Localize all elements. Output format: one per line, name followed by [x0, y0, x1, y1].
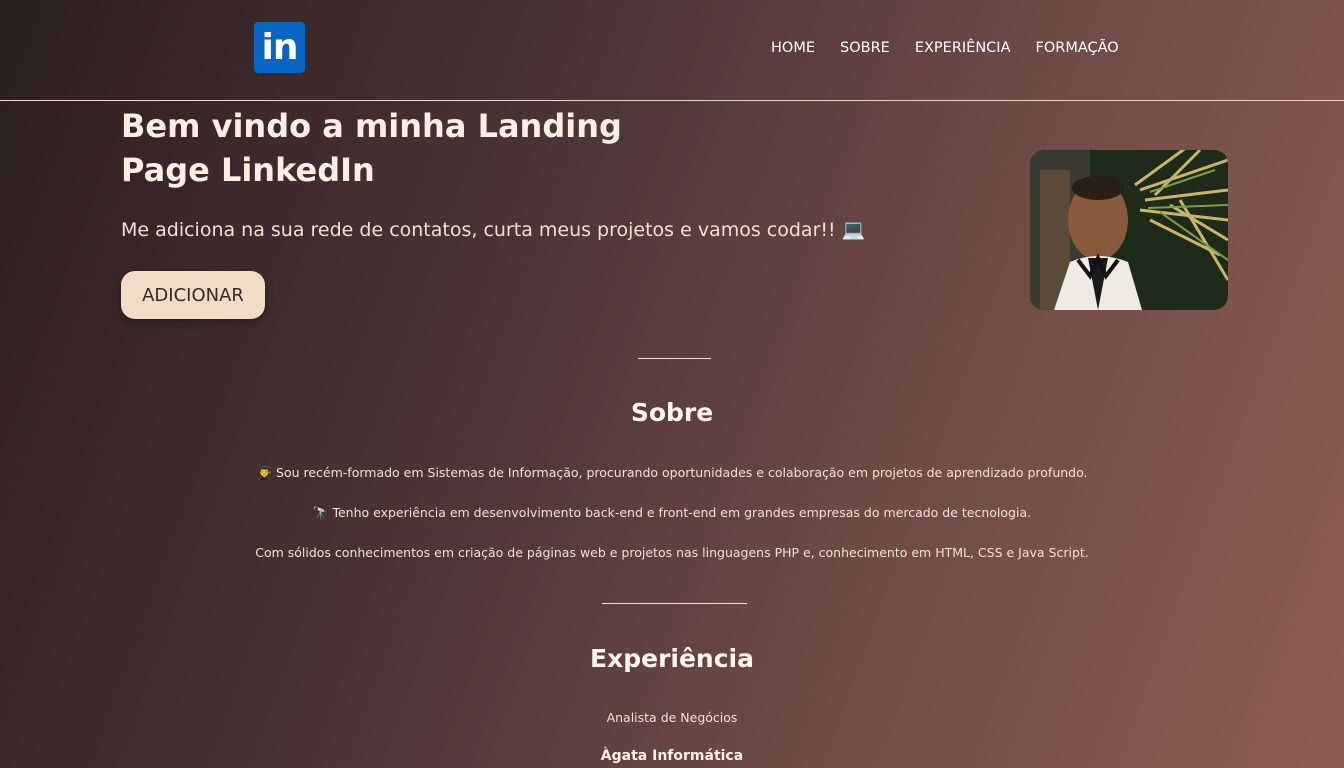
about-title: Sobre [630, 398, 714, 427]
divider-middle [602, 603, 747, 604]
about-paragraph-2: 🔭 Tenho experiência em desenvolvimento b… [312, 505, 1032, 520]
divider-top [638, 358, 711, 359]
hero-subtitle: Me adiciona na sua rede de contatos, cur… [121, 219, 866, 241]
profile-photo [1030, 150, 1228, 310]
experience-title: Experiência [590, 644, 754, 673]
linkedin-logo-icon[interactable]: in [254, 22, 305, 73]
hero-title: Bem vindo a minha Landing Page LinkedIn [121, 107, 622, 189]
nav-experiencia[interactable]: EXPERIÊNCIA [915, 40, 1011, 56]
job-role: Analista de Negócios [606, 710, 738, 725]
site-header: in HOME SOBRE EXPERIÊNCIA FORMAÇÃO [0, 0, 1344, 101]
job-company: Àgata Informática [600, 748, 744, 764]
nav-formacao[interactable]: FORMAÇÃO [1036, 40, 1119, 56]
nav-sobre[interactable]: SOBRE [840, 40, 890, 56]
nav-home[interactable]: HOME [771, 40, 815, 56]
about-paragraph-1: 👨‍🎓 Sou recém-formado em Sistemas de Inf… [256, 465, 1088, 480]
about-paragraph-3: Com sólidos conhecimentos em criação de … [255, 545, 1089, 560]
add-button[interactable]: ADICIONAR [121, 271, 265, 319]
main-nav: HOME SOBRE EXPERIÊNCIA FORMAÇÃO [771, 40, 1144, 56]
